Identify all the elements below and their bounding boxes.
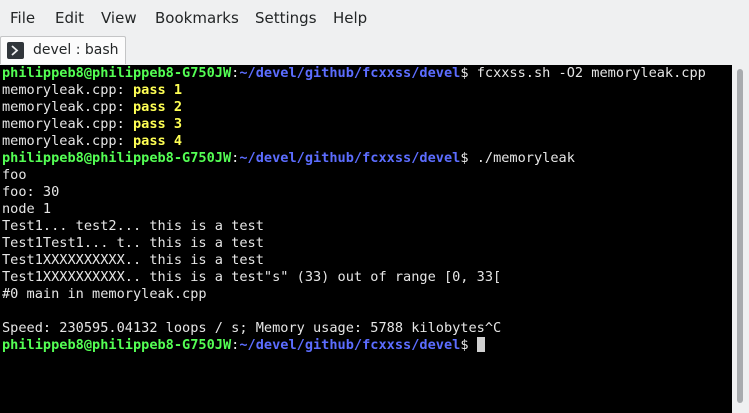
prompt-dollar: $ — [460, 337, 469, 353]
pass-status: pass 4 — [132, 133, 183, 149]
prompt-user-host: philippeb8@philippeb8-G750JW — [2, 337, 232, 353]
menu-file[interactable]: File — [10, 9, 35, 27]
menu-bookmarks[interactable]: Bookmarks — [155, 9, 239, 27]
prompt-user-host: philippeb8@philippeb8-G750JW — [2, 65, 232, 81]
output-line: Test1XXXXXXXXXX.. this is a test — [2, 252, 264, 268]
output-line: Test1... test2... this is a test — [2, 218, 264, 234]
terminal-icon — [7, 42, 24, 59]
menu-bar: File Edit View Bookmarks Settings Help — [0, 0, 749, 34]
prompt-user-host: philippeb8@philippeb8-G750JW — [2, 150, 232, 166]
prompt-path: ~/devel/github/fcxxss/devel — [239, 337, 461, 353]
pass-status: pass 2 — [132, 99, 183, 115]
tab-devel-bash[interactable]: devel : bash — [0, 36, 126, 64]
text-cursor — [476, 337, 485, 352]
output-line: memoryleak.cpp: pass 1 — [2, 82, 182, 99]
terminal-scrollbar[interactable] — [732, 65, 749, 413]
output-line: memoryleak.cpp: pass 3 — [2, 116, 182, 133]
command-text: ./memoryleak — [468, 150, 575, 166]
pass-file: memoryleak.cpp: — [2, 82, 133, 98]
tab-label: devel : bash — [33, 42, 119, 58]
menu-help[interactable]: Help — [333, 9, 367, 27]
prompt-line: philippeb8@philippeb8-G750JW:~/devel/git… — [2, 150, 575, 167]
prompt-dollar: $ — [460, 65, 469, 81]
output-line: foo — [2, 167, 27, 183]
pass-file: memoryleak.cpp: — [2, 99, 133, 115]
prompt-dollar: $ — [460, 150, 469, 166]
pass-file: memoryleak.cpp: — [2, 116, 133, 132]
menu-edit[interactable]: Edit — [55, 9, 84, 27]
prompt-path: ~/devel/github/fcxxss/devel — [239, 150, 461, 166]
prompt-line: philippeb8@philippeb8-G750JW:~/devel/git… — [2, 337, 485, 354]
tab-bar: devel : bash — [0, 34, 749, 65]
terminal-view[interactable]: philippeb8@philippeb8-G750JW:~/devel/git… — [0, 65, 732, 413]
prompt-path: ~/devel/github/fcxxss/devel — [239, 65, 461, 81]
scrollbar-thumb[interactable] — [737, 69, 743, 403]
pass-status: pass 3 — [132, 116, 183, 132]
output-line: memoryleak.cpp: pass 4 — [2, 133, 182, 150]
menu-settings[interactable]: Settings — [255, 9, 317, 27]
output-line: #0 main in memoryleak.cpp — [2, 286, 207, 302]
output-line: node 1 — [2, 201, 52, 217]
output-line: Speed: 230595.04132 loops / s; Memory us… — [2, 320, 502, 336]
pass-file: memoryleak.cpp: — [2, 133, 133, 149]
prompt-line: philippeb8@philippeb8-G750JW:~/devel/git… — [2, 65, 706, 82]
output-line: foo: 30 — [2, 184, 60, 200]
menu-view[interactable]: View — [101, 9, 137, 27]
command-text: fcxxss.sh -O2 memoryleak.cpp — [468, 65, 706, 81]
output-line: memoryleak.cpp: pass 2 — [2, 99, 182, 116]
output-line: Test1XXXXXXXXXX.. this is a test"s" (33)… — [2, 269, 502, 285]
output-line: Test1Test1... t.. this is a test — [2, 235, 264, 251]
pass-status: pass 1 — [132, 82, 183, 98]
